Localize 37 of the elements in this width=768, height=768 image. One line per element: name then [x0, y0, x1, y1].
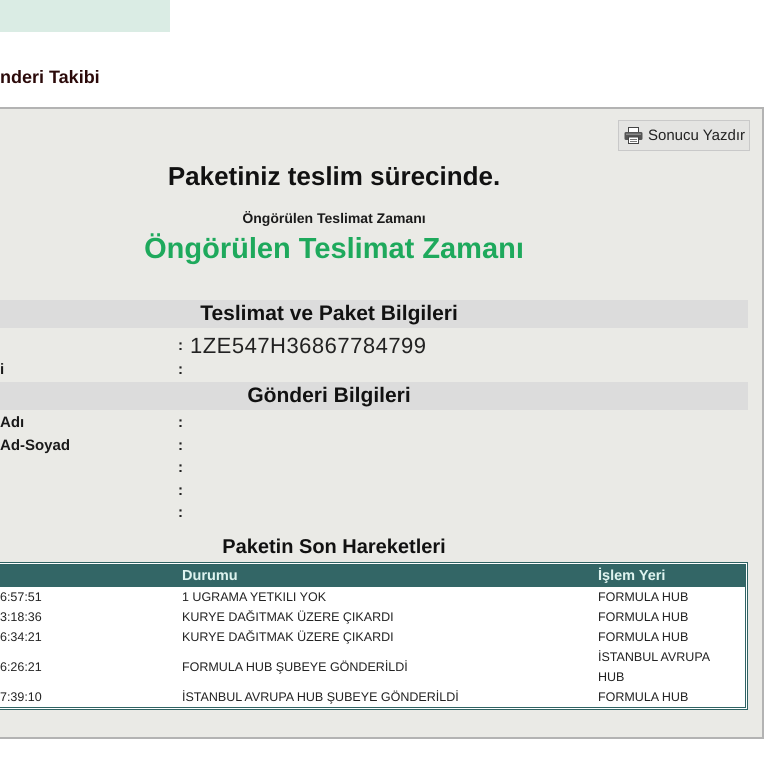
table-cell: FORMULA HUB — [598, 590, 688, 604]
table-cell: FORMULA HUB — [598, 690, 688, 704]
colon-separator: : — [178, 458, 183, 478]
field-label: Ad-Soyad — [0, 436, 70, 454]
status-title: Paketiniz teslim sürecinde. — [168, 161, 500, 191]
table-cell: KURYE DAĞITMAK ÜZERE ÇIKARDI — [182, 630, 394, 644]
table-cell: İSTANBUL AVRUPA HUB — [598, 650, 710, 684]
colon-separator: : — [178, 336, 183, 356]
estimate-label: Öngörülen Teslimat Zamanı — [242, 209, 426, 227]
colon-separator: : — [178, 360, 183, 380]
table-cell: FORMULA HUB ŞUBEYE GÖNDERİLDİ — [182, 660, 408, 674]
column-header: İşlem Yeri — [598, 568, 666, 584]
colon-separator: : — [178, 436, 183, 456]
table-cell: KURYE DAĞITMAK ÜZERE ÇIKARDI — [182, 610, 394, 624]
printer-icon — [624, 127, 643, 144]
section-header: Teslimat ve Paket Bilgileri — [0, 300, 748, 328]
table-cell: 6:34:21 — [0, 630, 42, 644]
section-title: Paketin Son Hareketleri — [222, 534, 446, 558]
column-header: Durumu — [182, 568, 238, 584]
page-title: nderi Takibi — [0, 67, 100, 87]
section-header: Gönderi Bilgileri — [0, 382, 748, 410]
colon-separator: : — [178, 413, 183, 434]
estimate-value: Öngörülen Teslimat Zamanı — [144, 232, 524, 266]
table-cell: FORMULA HUB — [598, 630, 688, 644]
print-button[interactable]: Sonucu Yazdır — [618, 120, 750, 151]
field-value: 1ZE547H36867784799 — [190, 333, 427, 358]
table-cell: İSTANBUL AVRUPA HUB ŞUBEYE GÖNDERİLDİ — [182, 690, 459, 704]
colon-separator: : — [178, 480, 183, 501]
table-cell: 3:18:36 — [0, 610, 42, 624]
table-cell: 7:39:10 — [0, 690, 42, 704]
colon-separator: : — [178, 503, 183, 524]
table-cell: 6:26:21 — [0, 660, 42, 674]
table-cell: 1 UGRAMA YETKILI YOK — [182, 590, 326, 604]
field-label: i — [0, 361, 4, 378]
table-cell: 6:57:51 — [0, 590, 42, 604]
field-label: Adı — [0, 414, 24, 432]
table-cell: FORMULA HUB — [598, 610, 688, 624]
